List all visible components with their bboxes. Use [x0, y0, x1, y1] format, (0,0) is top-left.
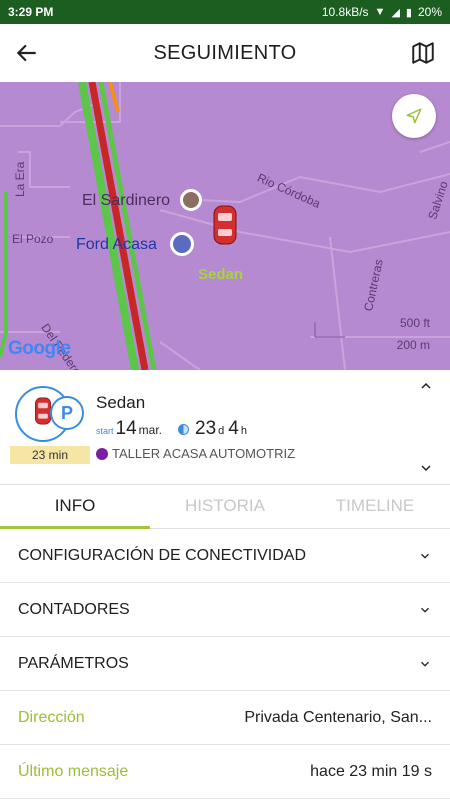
chevron-up-icon[interactable] [418, 378, 434, 394]
map-scale-ft: 500 ft [399, 316, 430, 330]
chevron-down-icon [421, 607, 429, 613]
shopping-bag-icon [170, 232, 194, 256]
my-location-button[interactable] [392, 94, 436, 138]
vehicle-location: TALLER ACASA AUTOMOTRIZ [96, 446, 295, 461]
status-time: 3:29 PM [8, 5, 54, 19]
map-label-el-pozo: El Pozo [12, 232, 54, 246]
page-title: SEGUIMIENTO [153, 41, 297, 64]
detail-key: Dirección [18, 708, 85, 726]
stop-duration-badge: 23 min [10, 446, 90, 464]
tab-timeline[interactable]: TIMELINE [300, 485, 450, 528]
chevron-down-icon [421, 661, 429, 667]
battery-icon: ▮ [405, 6, 412, 19]
tab-historia[interactable]: HISTORIA [150, 485, 300, 528]
section-configuracion-conectividad[interactable]: CONFIGURACIÓN DE CONECTIVIDAD [0, 529, 450, 583]
age-days: 23 [195, 418, 217, 439]
parking-icon: P [50, 396, 84, 430]
map-label-ford-acasa: Ford Acasa [76, 236, 157, 253]
place-pin-icon [180, 189, 202, 211]
map-scale-m: 200 m [396, 338, 430, 352]
arrow-left-icon[interactable] [14, 40, 40, 66]
section-parametros[interactable]: PARÁMETROS [0, 637, 450, 691]
status-bar: 3:29 PM 10.8kB/s ▼ ◢ ▮ 20% [0, 0, 450, 24]
vehicle-name: Sedan [96, 393, 146, 412]
cellular-icon: ◢ [391, 6, 400, 19]
map-view[interactable]: El Sardinero Ford Acasa Sedan Rio Córdob… [0, 82, 450, 370]
section-contadores[interactable]: CONTADORES [0, 583, 450, 637]
detail-direccion: Dirección Privada Centenario, San... [0, 691, 450, 745]
detail-value: hace 23 min 19 s [310, 762, 432, 780]
app-bar: SEGUIMIENTO [0, 24, 450, 82]
vehicle-location-label: TALLER ACASA AUTOMOTRIZ [112, 446, 296, 461]
start-day: 14 [115, 418, 137, 439]
tab-bar: INFO HISTORIA TIMELINE [0, 485, 450, 529]
vehicle-age: 23 d 4 h [178, 418, 249, 440]
start-label: start [96, 426, 114, 436]
start-month: mar. [138, 423, 162, 437]
location-dot-icon [96, 447, 108, 460]
vehicle-car-marker[interactable] [212, 204, 238, 246]
section-label: CONTADORES [18, 600, 130, 618]
battery-level: 20% [417, 5, 442, 19]
google-logo: Google [8, 338, 71, 359]
chevron-down-icon [421, 553, 429, 559]
vehicle-card[interactable]: P 23 min Sedan start 14 mar. 23 d 4 h TA… [0, 370, 450, 485]
wifi-icon: ▼ [374, 6, 386, 18]
map-label-sedan: Sedan [198, 266, 244, 283]
pie-clock-icon [178, 423, 189, 435]
map-label-el-sardinero: El Sardinero [82, 192, 171, 209]
network-speed: 10.8kB/s [321, 5, 369, 19]
section-label: CONFIGURACIÓN DE CONECTIVIDAD [18, 546, 307, 564]
detail-ultimo-mensaje: Último mensaje hace 23 min 19 s [0, 745, 450, 799]
map-label-la-era: La Era [13, 161, 27, 197]
age-hours: 4 [228, 418, 239, 439]
navigation-arrow-icon [406, 108, 422, 124]
detail-key: Último mensaje [18, 762, 129, 780]
map-icon[interactable] [410, 40, 436, 66]
age-days-unit: d [218, 425, 225, 437]
vehicle-start-date: start 14 mar. [96, 418, 162, 440]
age-hours-unit: h [240, 425, 247, 437]
detail-value: Privada Centenario, San... [244, 708, 432, 726]
section-label: PARÁMETROS [18, 654, 129, 672]
chevron-down-icon[interactable] [418, 460, 434, 476]
tab-info[interactable]: INFO [0, 485, 150, 529]
status-indicators: 10.8kB/s ▼ ◢ ▮ 20% [322, 5, 442, 19]
